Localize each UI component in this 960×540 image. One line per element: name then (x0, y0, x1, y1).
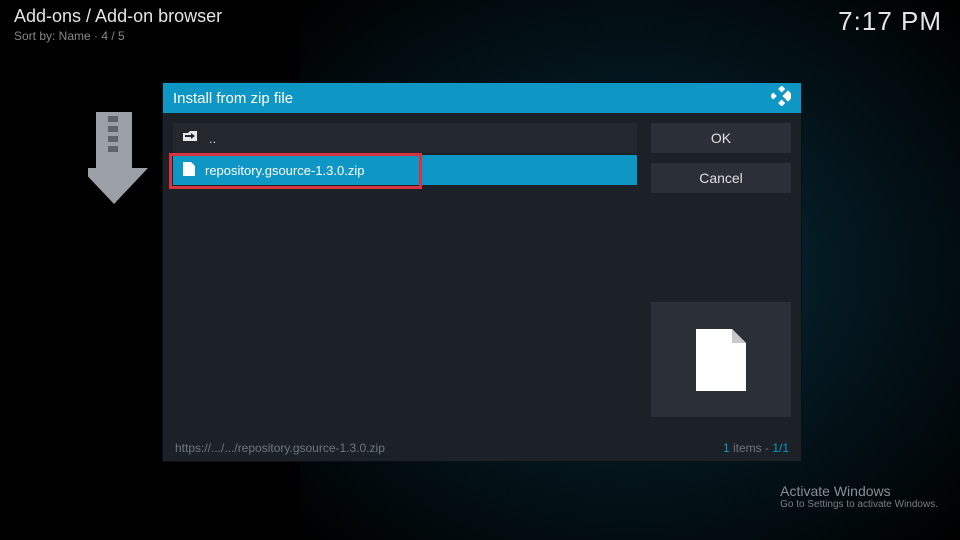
zip-install-icon (88, 112, 164, 215)
kodi-logo-icon (771, 86, 791, 111)
footer-count: 1 items - 1/1 (723, 441, 789, 455)
dialog-footer: https://.../.../repository.gsource-1.3.0… (175, 441, 789, 455)
parent-dir-row[interactable]: .. (173, 123, 637, 153)
cancel-button[interactable]: Cancel (651, 163, 791, 193)
parent-dir-label: .. (209, 131, 216, 146)
file-preview (651, 302, 791, 417)
dialog-title: Install from zip file (173, 90, 771, 107)
ok-button[interactable]: OK (651, 123, 791, 153)
dialog-side-panel: OK Cancel (651, 123, 791, 423)
file-name: repository.gsource-1.3.0.zip (205, 163, 364, 178)
footer-path: https://.../.../repository.gsource-1.3.0… (175, 441, 385, 455)
file-icon (183, 162, 195, 179)
windows-watermark: Activate Windows Go to Settings to activ… (780, 483, 938, 510)
install-zip-dialog: Install from zip file .. reposito (162, 82, 802, 462)
file-list: .. repository.gsource-1.3.0.zip (173, 123, 637, 423)
header-breadcrumb-area: Add-ons / Add-on browser Sort by: Name ·… (14, 6, 222, 43)
clock: 7:17 PM (838, 6, 942, 37)
breadcrumb: Add-ons / Add-on browser (14, 6, 222, 27)
document-icon (696, 329, 746, 391)
dialog-header: Install from zip file (163, 83, 801, 113)
file-row[interactable]: repository.gsource-1.3.0.zip (173, 155, 637, 185)
sort-info: Sort by: Name · 4 / 5 (14, 29, 222, 43)
folder-up-icon (183, 131, 199, 146)
